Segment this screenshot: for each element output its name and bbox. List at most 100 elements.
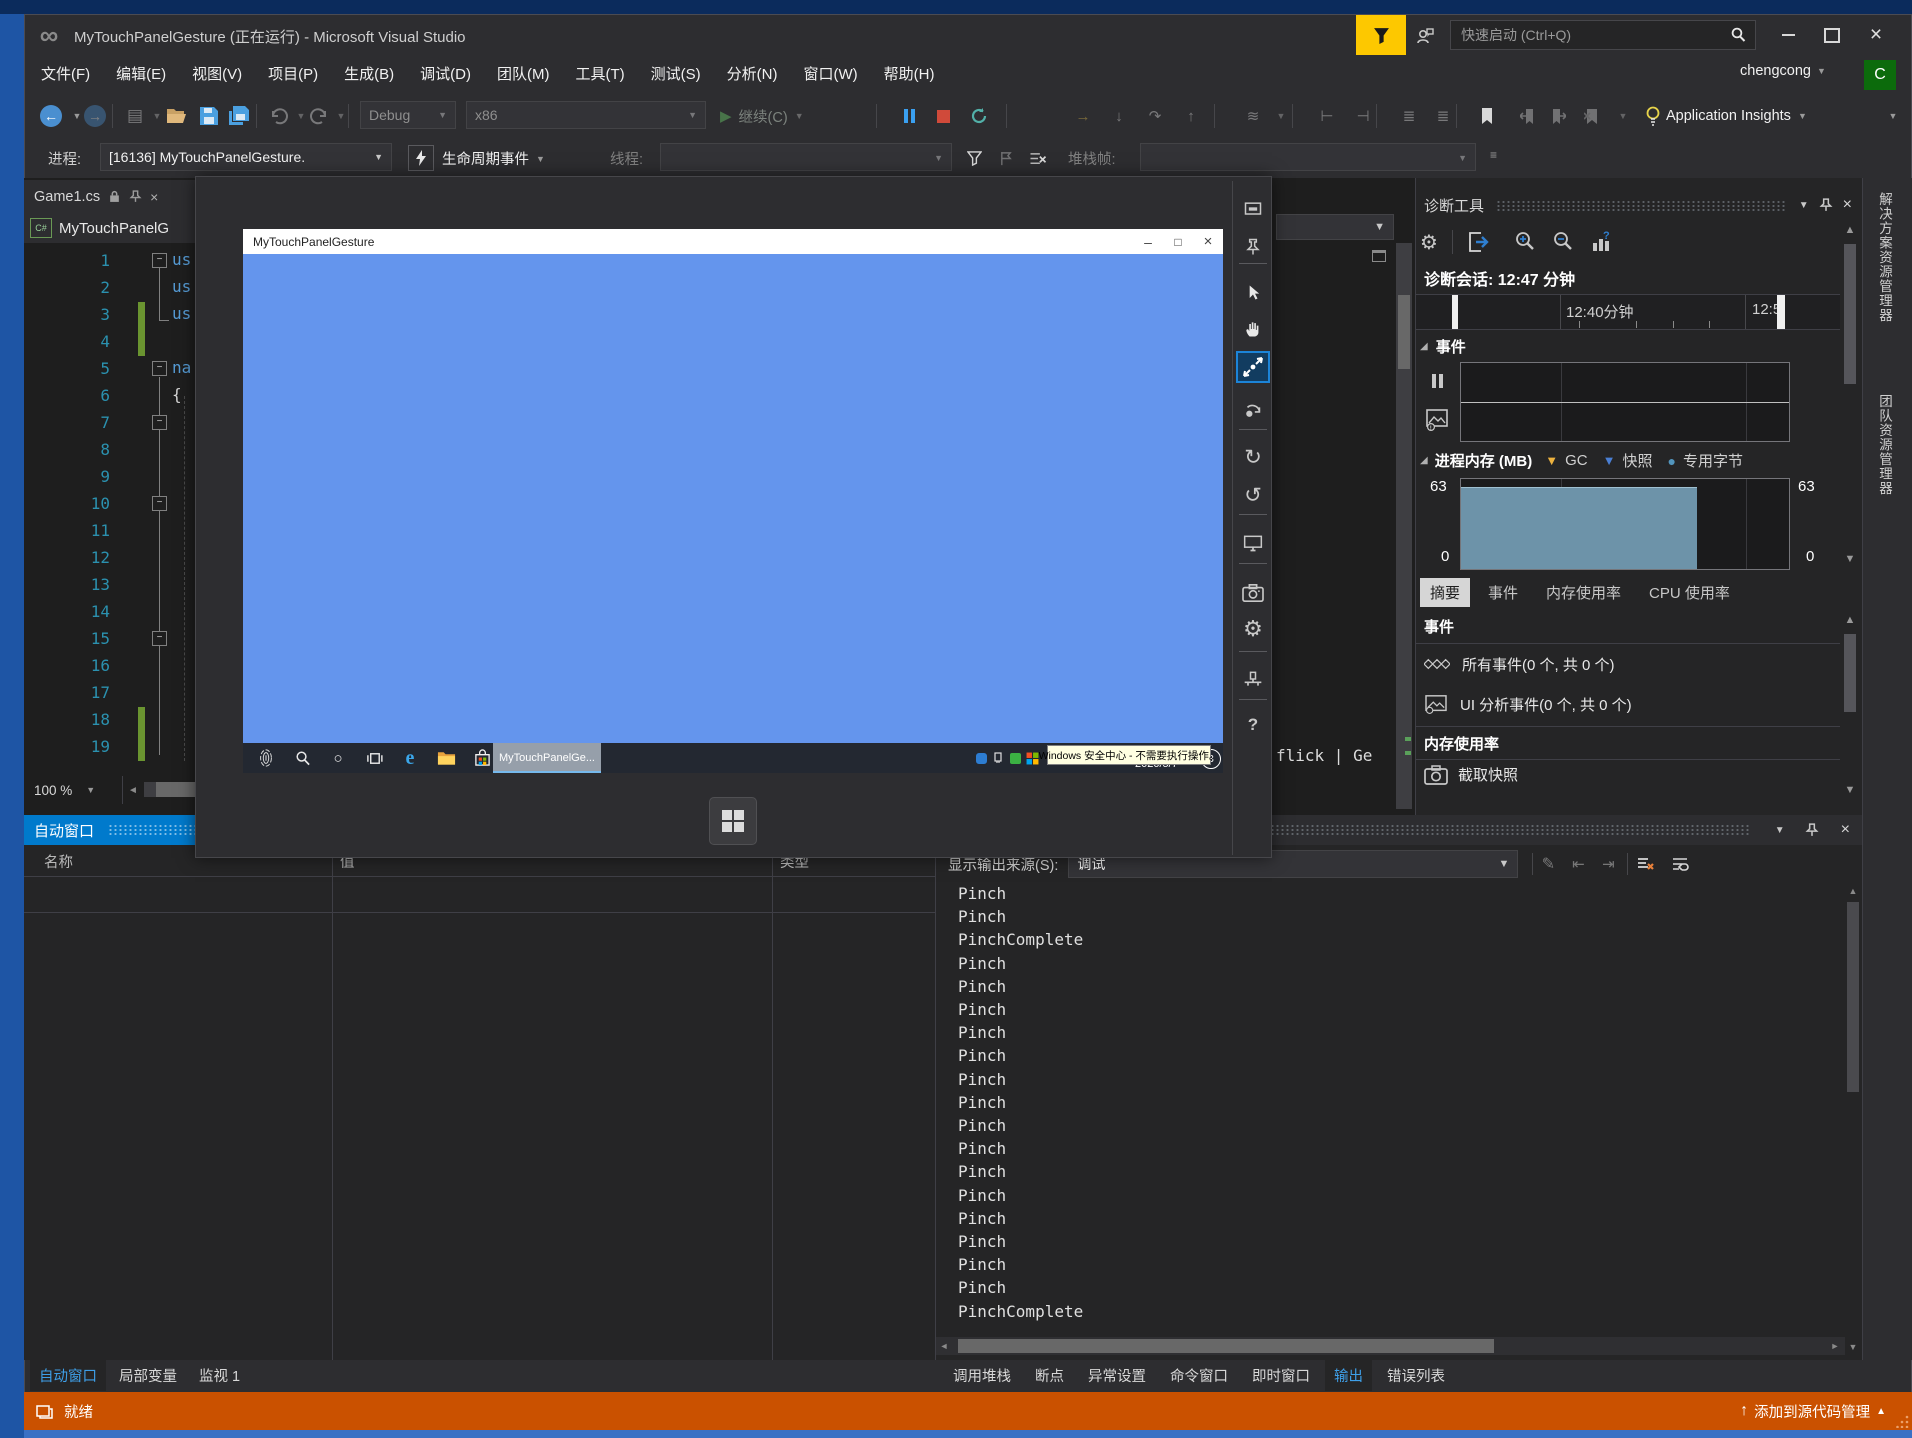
close-panel-icon[interactable]: × — [1841, 821, 1850, 839]
scroll-up-icon[interactable]: ▲ — [1842, 612, 1858, 628]
bookmark-icon[interactable] — [1474, 92, 1500, 140]
output-tab-3[interactable]: 命令窗口 — [1161, 1360, 1237, 1391]
diag-tab-2[interactable]: 内存使用率 — [1536, 578, 1631, 607]
scroll-down-icon[interactable]: ▼ — [1845, 1340, 1861, 1354]
tray-blue-icon[interactable] — [973, 743, 989, 773]
rotate-gesture-icon[interactable] — [1236, 395, 1270, 427]
pin-icon[interactable] — [1819, 198, 1833, 212]
fold-collapse-box[interactable]: − — [152, 415, 167, 430]
scroll-down-icon[interactable]: ▼ — [1842, 782, 1858, 798]
help-icon[interactable]: ? — [1236, 709, 1270, 741]
code-area[interactable]: 1− us 2 us 3 us 4 5− na 6{7−8 9 10−11 12 13 14 15−16 17 1… — [24, 243, 195, 775]
output-hscrollbar[interactable]: ◄ ► — [936, 1337, 1845, 1355]
stop-icon[interactable] — [930, 92, 956, 140]
flag-filter-icon[interactable] — [994, 146, 1018, 170]
menu-item-6[interactable]: 团队(M) — [484, 58, 563, 89]
lifecycle-events-icon[interactable] — [408, 145, 434, 171]
output-vscrollbar[interactable]: ▲ ▼ — [1845, 884, 1861, 1354]
zoom-dropdown[interactable]: 100 % ▼ — [24, 776, 123, 804]
close-window-button[interactable]: × — [1856, 18, 1896, 52]
continue-button[interactable]: ▶ 继续(C) ▼ — [720, 92, 804, 140]
document-tab[interactable]: Game1.cs × — [24, 180, 195, 213]
lightbulb-icon[interactable] — [1640, 92, 1666, 140]
camera-icon[interactable] — [1236, 577, 1270, 609]
autos-tab-1[interactable]: 局部变量 — [110, 1360, 186, 1391]
toolbar-overflow-icon[interactable]: ▼ — [1880, 92, 1906, 140]
next-bookmark-icon[interactable] — [1546, 92, 1572, 140]
output-tab-0[interactable]: 调用堆栈 — [944, 1360, 1020, 1391]
zoom-out-icon[interactable] — [1551, 230, 1575, 254]
close-panel-icon[interactable]: × — [1843, 196, 1852, 214]
menu-item-0[interactable]: 文件(F) — [28, 58, 103, 89]
menu-item-10[interactable]: 窗口(W) — [790, 58, 870, 89]
diag-tab-1[interactable]: 事件 — [1478, 578, 1528, 607]
chevron-down-icon[interactable]: ▼ — [1775, 825, 1785, 836]
expander-icon[interactable]: ◢ — [1420, 455, 1428, 466]
fold-collapse-box[interactable]: − — [152, 631, 167, 646]
summary-row-0[interactable]: 所有事件(0 个, 共 0 个) — [1424, 644, 1834, 684]
splitter-icon[interactable] — [1368, 248, 1390, 264]
hscroll-left-arrow[interactable]: ◄ — [124, 779, 142, 801]
diag-timeline-ruler[interactable]: 12:40分钟 12:5 — [1416, 294, 1840, 330]
timeline-marker[interactable] — [1452, 295, 1458, 329]
pin-icon[interactable] — [129, 190, 142, 203]
timeline-marker[interactable] — [1777, 295, 1785, 329]
vscroll-thumb[interactable] — [1847, 902, 1859, 1092]
add-to-source-control-button[interactable]: 添加到源代码管理 — [1754, 1401, 1870, 1422]
chevron-down-icon[interactable]: ▼ — [328, 92, 354, 140]
zoom-in-icon[interactable] — [1513, 230, 1537, 254]
app-window[interactable]: MyTouchPanelGesture – □ × ○ e MyTouchPane… — [243, 229, 1223, 773]
chevron-down-icon[interactable]: ▼ — [1268, 92, 1294, 140]
windows-start-key[interactable] — [709, 797, 757, 845]
clear-bookmarks-icon[interactable] — [1578, 92, 1604, 140]
indent-decrease-icon[interactable]: ⊢ — [1314, 92, 1340, 140]
hand-icon[interactable] — [1236, 313, 1270, 345]
network-icon[interactable] — [1236, 663, 1270, 695]
save-icon[interactable] — [196, 92, 222, 140]
lifecycle-events-button[interactable]: 生命周期事件 ▼ — [442, 148, 545, 169]
output-tab-2[interactable]: 异常设置 — [1079, 1360, 1155, 1391]
rotate-cw-icon[interactable]: ↻ — [1236, 441, 1270, 473]
diag-scrollbar-upper[interactable]: ▲ ▼ — [1842, 222, 1858, 567]
output-tab-6[interactable]: 错误列表 — [1378, 1360, 1454, 1391]
diag-tab-3[interactable]: CPU 使用率 — [1639, 578, 1740, 607]
chevron-down-icon[interactable]: ▼ — [1610, 92, 1636, 140]
user-avatar[interactable]: C — [1864, 60, 1896, 90]
process-dropdown[interactable]: [16136] MyTouchPanelGesture. ▼ — [100, 143, 392, 171]
vscroll-thumb[interactable] — [1844, 634, 1856, 712]
autos-tab-2[interactable]: 监视 1 — [190, 1360, 249, 1391]
quick-launch-input[interactable]: 快速启动 (Ctrl+Q) — [1450, 20, 1756, 50]
toolbar-overflow-icon[interactable]: ≡ — [1490, 148, 1497, 162]
maximize-window-button[interactable] — [1812, 18, 1852, 52]
feedback-button[interactable] — [1356, 15, 1406, 55]
start-fingerprint-icon[interactable] — [251, 743, 281, 773]
save-all-icon[interactable] — [226, 92, 252, 140]
menu-item-11[interactable]: 帮助(H) — [871, 58, 948, 89]
menu-item-2[interactable]: 视图(V) — [179, 58, 255, 89]
indent-increase-icon[interactable]: ⊣ — [1350, 92, 1376, 140]
diag-events-header[interactable]: ◢ 事件 — [1420, 336, 1466, 357]
find-message-icon[interactable]: ✎ — [1533, 854, 1563, 874]
autos-col-name[interactable]: 名称 — [44, 851, 73, 872]
cursor-icon[interactable] — [1236, 277, 1270, 309]
menu-item-4[interactable]: 生成(B) — [331, 58, 407, 89]
sidebar-tab-team-explorer[interactable]: 团队资源管理器 — [1874, 394, 1894, 496]
edge-icon[interactable]: e — [395, 743, 425, 773]
word-wrap-icon[interactable] — [1664, 856, 1698, 872]
menu-item-8[interactable]: 测试(S) — [638, 58, 714, 89]
platform-dropdown[interactable]: x86 ▼ — [466, 101, 706, 129]
restart-icon[interactable] — [966, 92, 992, 140]
menu-item-9[interactable]: 分析(N) — [714, 58, 791, 89]
prev-message-icon[interactable]: ⇤ — [1563, 855, 1593, 873]
sidebar-tab-solution-explorer[interactable]: 解决方案资源管理器 — [1874, 192, 1894, 323]
clear-all-icon[interactable] — [1628, 856, 1664, 872]
output-log[interactable]: Pinch Pinch PinchComplete Pinch Pinch Pinch Pi… — [958, 882, 1818, 1334]
cortana-icon[interactable]: ○ — [323, 743, 353, 773]
scroll-left-icon[interactable]: ◄ — [936, 1341, 952, 1351]
app-titlebar[interactable]: MyTouchPanelGesture – □ × — [243, 229, 1223, 254]
configuration-dropdown[interactable]: Debug ▼ — [360, 101, 456, 129]
nav-forward-icon[interactable]: → — [82, 92, 108, 140]
pinch-icon[interactable] — [1236, 351, 1270, 383]
fold-collapse-box[interactable]: − — [152, 361, 167, 376]
chevron-down-icon[interactable]: ▼ — [1799, 200, 1809, 211]
